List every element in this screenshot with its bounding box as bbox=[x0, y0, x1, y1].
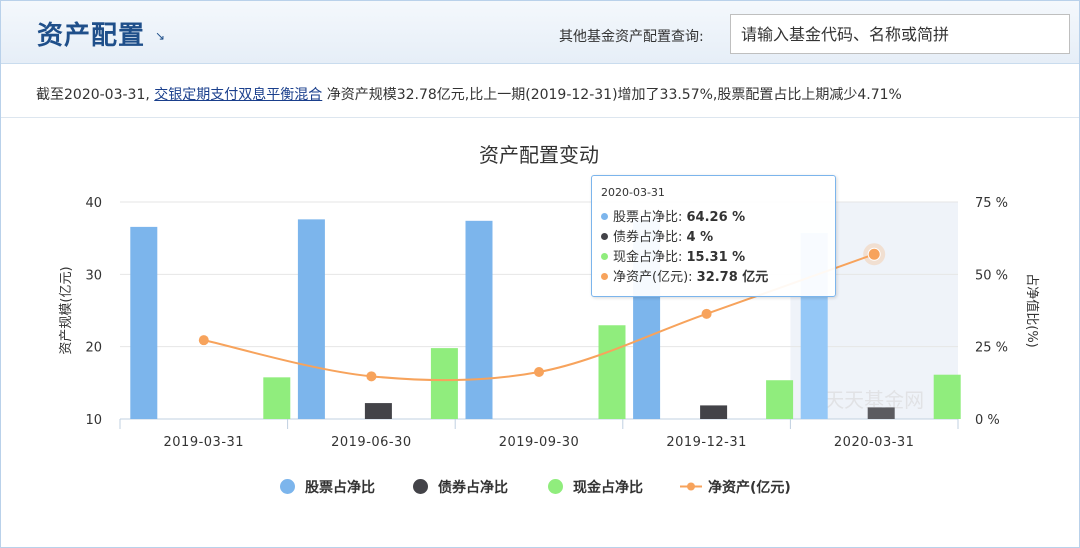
bond-bar bbox=[364, 403, 392, 419]
tooltip-label: 现金占净比: bbox=[613, 250, 687, 265]
stock-bar bbox=[130, 226, 158, 419]
legend-dot bbox=[548, 479, 563, 494]
legend-item-stock[interactable]: 股票占净比 bbox=[280, 477, 375, 497]
net-assets-point bbox=[534, 366, 544, 377]
legend-label: 债券占净比 bbox=[438, 480, 508, 496]
y-right-tick-label: 0 % bbox=[975, 413, 1000, 428]
x-tick-label: 2019-03-31 bbox=[164, 435, 245, 450]
x-tick-label: 2019-12-31 bbox=[666, 435, 747, 450]
tooltip-value: 4 % bbox=[686, 230, 714, 245]
y-left-tick-label: 10 bbox=[85, 413, 102, 428]
tooltip-row-stock: 股票占净比: 64.26 % bbox=[601, 206, 745, 225]
fund-name-link[interactable]: 交银定期支付双息平衡混合 bbox=[154, 87, 322, 103]
tooltip-dot bbox=[601, 273, 608, 280]
y-right-tick-label: 75 % bbox=[975, 196, 1008, 211]
tooltip-label: 债券占净比: bbox=[613, 230, 687, 245]
stock-bar bbox=[297, 219, 325, 419]
y-right-tick-label: 50 % bbox=[975, 268, 1008, 283]
net-assets-point bbox=[701, 308, 712, 319]
tooltip-label: 净资产(亿元): bbox=[613, 270, 697, 285]
tooltip-row-cash: 现金占净比: 15.31 % bbox=[601, 246, 745, 265]
stock-bar bbox=[465, 220, 493, 419]
legend-item-bond[interactable]: 债券占净比 bbox=[413, 477, 508, 497]
panel-title: 资产配置 bbox=[37, 21, 146, 51]
cash-bar bbox=[933, 374, 961, 419]
x-tick-label: 2019-09-30 bbox=[499, 435, 580, 450]
legend-label: 股票占净比 bbox=[305, 480, 375, 496]
tooltip-label: 股票占净比: bbox=[613, 210, 687, 225]
expand-arrow-icon[interactable]: ↘ bbox=[155, 29, 165, 43]
y-right-axis-label: 占净值比(%) bbox=[1024, 273, 1040, 348]
panel-header: 资产配置 ↘ 其他基金资产配置查询: bbox=[1, 1, 1079, 64]
chart-tooltip: 2020-03-31 股票占净比: 64.26 % 债券占净比: 4 % 现金占… bbox=[591, 175, 836, 297]
bond-bar bbox=[867, 407, 895, 419]
net-assets-point bbox=[867, 247, 881, 261]
tooltip-dot bbox=[601, 213, 608, 220]
tooltip-value: 32.78 亿元 bbox=[696, 270, 769, 285]
summary-suffix: 净资产规模32.78亿元,比上一期(2019-12-31)增加了33.57%,股… bbox=[326, 87, 902, 103]
cash-bar bbox=[766, 380, 794, 419]
cash-bar bbox=[263, 377, 291, 419]
tooltip-dot bbox=[601, 253, 608, 260]
asset-allocation-chart: 10 20 30 40 0 % 25 % 50 % 75 % 资产规模(亿元) 占净值比(%) 资产… bbox=[59, 143, 1040, 450]
x-tick-label: 2019-06-30 bbox=[331, 435, 412, 450]
tooltip-value: 64.26 % bbox=[686, 210, 746, 225]
bond-bar bbox=[700, 405, 728, 419]
legend-item-net-assets[interactable]: 净资产(亿元) bbox=[680, 477, 791, 497]
legend-dot bbox=[413, 479, 428, 494]
tooltip-dot bbox=[601, 233, 608, 240]
legend-label: 净资产(亿元) bbox=[708, 480, 791, 496]
summary-text: 截至2020-03-31, 交银定期支付双息平衡混合 净资产规模32.78亿元,… bbox=[36, 84, 902, 104]
tooltip-value: 15.31 % bbox=[686, 250, 746, 265]
y-left-tick-label: 40 bbox=[85, 196, 102, 211]
y-left-tick-label: 20 bbox=[85, 341, 102, 356]
legend-dot bbox=[280, 479, 295, 494]
tooltip-row-net-assets: 净资产(亿元): 32.78 亿元 bbox=[601, 266, 768, 285]
legend-label: 现金占净比 bbox=[573, 480, 643, 496]
chart-title: 资产配置变动 bbox=[479, 143, 599, 167]
y-left-axis-label: 资产规模(亿元) bbox=[59, 266, 74, 354]
net-assets-point bbox=[198, 335, 209, 346]
net-assets-point bbox=[366, 371, 377, 382]
legend-item-cash[interactable]: 现金占净比 bbox=[548, 477, 643, 497]
x-tick-label: 2020-03-31 bbox=[834, 435, 915, 450]
y-right-tick-label: 25 % bbox=[975, 341, 1008, 356]
cash-bar bbox=[430, 348, 458, 419]
legend-line-marker bbox=[680, 482, 702, 491]
summary-prefix: 截至2020-03-31, bbox=[36, 87, 150, 103]
cash-bar bbox=[598, 325, 626, 419]
y-left-tick-label: 30 bbox=[85, 268, 102, 283]
tooltip-date: 2020-03-31 bbox=[601, 186, 665, 199]
fund-search-input[interactable] bbox=[730, 14, 1070, 54]
tooltip-row-bond: 债券占净比: 4 % bbox=[601, 226, 713, 245]
search-label: 其他基金资产配置查询: bbox=[559, 29, 704, 45]
